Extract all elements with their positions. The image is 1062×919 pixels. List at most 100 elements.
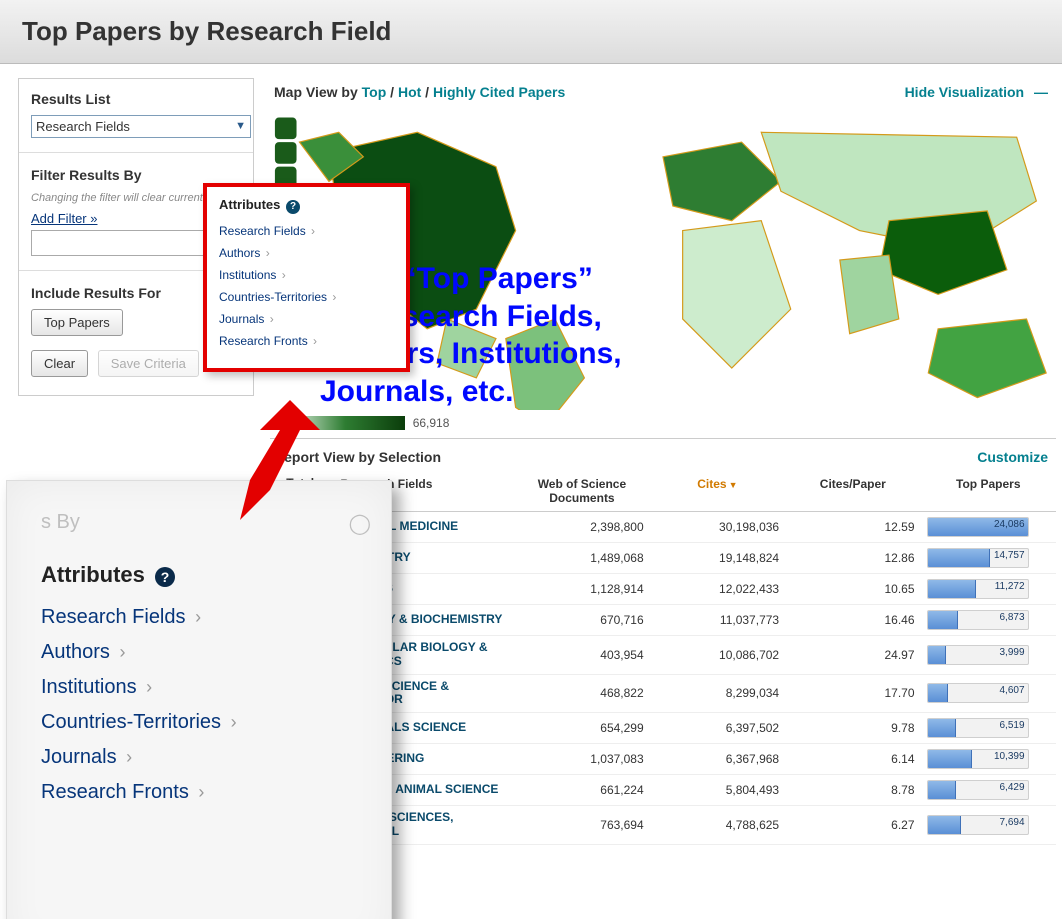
help-icon[interactable]: ? [286,200,300,214]
row-documents: 403,954 [514,636,649,675]
row-cpp: 16.46 [785,605,920,636]
row-top-papers: 3,999 [921,636,1056,675]
attributes-item[interactable]: Authors › [41,641,371,664]
col-top-papers[interactable]: Top Papers [921,471,1056,512]
map-view-prefix: Map View by [274,84,362,100]
hide-visualization-link[interactable]: Hide Visualization [905,84,1025,100]
row-cites: 6,367,968 [650,744,785,775]
row-top-papers: 24,086 [921,512,1056,543]
chevron-right-icon: › [195,607,201,627]
attributes-item[interactable]: Authors › [219,246,394,260]
row-documents: 1,128,914 [514,574,649,605]
row-cites: 5,804,493 [650,775,785,806]
report-view-header: Report View by Selection Customize [270,438,1056,471]
attributes-item[interactable]: Countries-Territories › [41,711,371,734]
row-cpp: 24.97 [785,636,920,675]
attributes-item[interactable]: Institutions › [219,268,394,282]
row-documents: 468,822 [514,674,649,713]
col-cites[interactable]: Cites▼ [650,471,785,512]
row-top-papers: 7,694 [921,806,1056,845]
map-view-link-top[interactable]: Top [362,84,387,100]
results-list-label: Results List [31,91,241,107]
page-title: Top Papers by Research Field [22,16,1040,47]
chevron-right-icon: › [282,268,286,282]
filter-results-label: Filter Results By [31,167,241,183]
row-top-papers: 6,519 [921,713,1056,744]
row-cpp: 8.78 [785,775,920,806]
row-documents: 670,716 [514,605,649,636]
row-cpp: 17.70 [785,674,920,713]
results-list-select[interactable]: Research Fields ▼ [31,115,251,138]
col-documents[interactable]: Web of Science Documents [514,471,649,512]
row-top-papers: 6,429 [921,775,1056,806]
include-top-papers-button[interactable]: Top Papers [31,309,123,336]
row-cites: 10,086,702 [650,636,785,675]
minus-icon: — [1034,84,1048,100]
clear-button[interactable]: Clear [31,350,88,377]
attributes-item[interactable]: Institutions › [41,676,371,699]
attributes-item[interactable]: Research Fronts › [41,781,371,804]
row-cites: 4,788,625 [650,806,785,845]
row-cpp: 9.78 [785,713,920,744]
row-cites: 11,037,773 [650,605,785,636]
row-documents: 1,489,068 [514,543,649,574]
chevron-right-icon: › [332,290,336,304]
row-documents: 654,299 [514,713,649,744]
attributes-zoom-panel: s By ◯ Attributes ? Research Fields › Aut… [6,480,392,919]
legend-max: 66,918 [413,416,450,430]
row-documents: 1,037,083 [514,744,649,775]
chevron-down-icon: ▼ [235,120,246,132]
chevron-right-icon: › [266,246,270,260]
attributes-item[interactable]: Research Fields › [41,606,371,629]
attributes-item[interactable]: Research Fields › [219,224,394,238]
chevron-right-icon: › [119,642,125,662]
row-top-papers: 11,272 [921,574,1056,605]
results-list-value: Research Fields [36,119,130,134]
map-view-header: Map View by Top / Hot / Highly Cited Pap… [270,78,1056,110]
chevron-right-icon: › [313,334,317,348]
row-cpp: 6.27 [785,806,920,845]
attributes-popover: Attributes ? Research Fields › Authors › I… [203,183,410,372]
page-header: Top Papers by Research Field [0,0,1062,64]
row-cites: 8,299,034 [650,674,785,713]
attributes-item[interactable]: Countries-Territories › [219,290,394,304]
row-cpp: 10.65 [785,574,920,605]
zoom-title: Attributes ? [41,562,371,588]
map-view-link-highly[interactable]: Highly Cited Papers [433,84,565,100]
row-cites: 6,397,502 [650,713,785,744]
col-cites-per-paper[interactable]: Cites/Paper [785,471,920,512]
help-icon[interactable]: ? [155,567,175,587]
row-cites: 19,148,824 [650,543,785,574]
chevron-right-icon: › [231,712,237,732]
row-cpp: 6.14 [785,744,920,775]
row-top-papers: 6,873 [921,605,1056,636]
chevron-right-icon: › [270,312,274,326]
row-documents: 2,398,800 [514,512,649,543]
add-filter-link[interactable]: Add Filter » [31,211,97,226]
customize-link[interactable]: Customize [977,449,1048,465]
red-arrow-annotation [230,400,320,520]
chevron-right-icon: › [146,677,152,697]
chevron-right-icon: › [311,224,315,238]
attributes-item[interactable]: Journals › [219,312,394,326]
row-documents: 661,224 [514,775,649,806]
row-cpp: 12.86 [785,543,920,574]
map-view-link-hot[interactable]: Hot [398,84,421,100]
attributes-item[interactable]: Research Fronts › [219,334,394,348]
row-cites: 12,022,433 [650,574,785,605]
row-top-papers: 4,607 [921,674,1056,713]
row-top-papers: 14,757 [921,543,1056,574]
sort-desc-icon: ▼ [729,480,738,490]
row-documents: 763,694 [514,806,649,845]
help-icon-faded: ◯ [349,511,371,536]
save-criteria-button[interactable]: Save Criteria [98,350,199,377]
row-cpp: 12.59 [785,512,920,543]
map-legend: 0 66,918 [270,416,1056,430]
row-top-papers: 10,399 [921,744,1056,775]
zoom-faded-top: s By [41,511,80,533]
chevron-right-icon: › [126,747,132,767]
attributes-item[interactable]: Journals › [41,746,371,769]
attributes-title: Attributes ? [219,197,394,214]
row-cites: 30,198,036 [650,512,785,543]
chevron-right-icon: › [198,782,204,802]
